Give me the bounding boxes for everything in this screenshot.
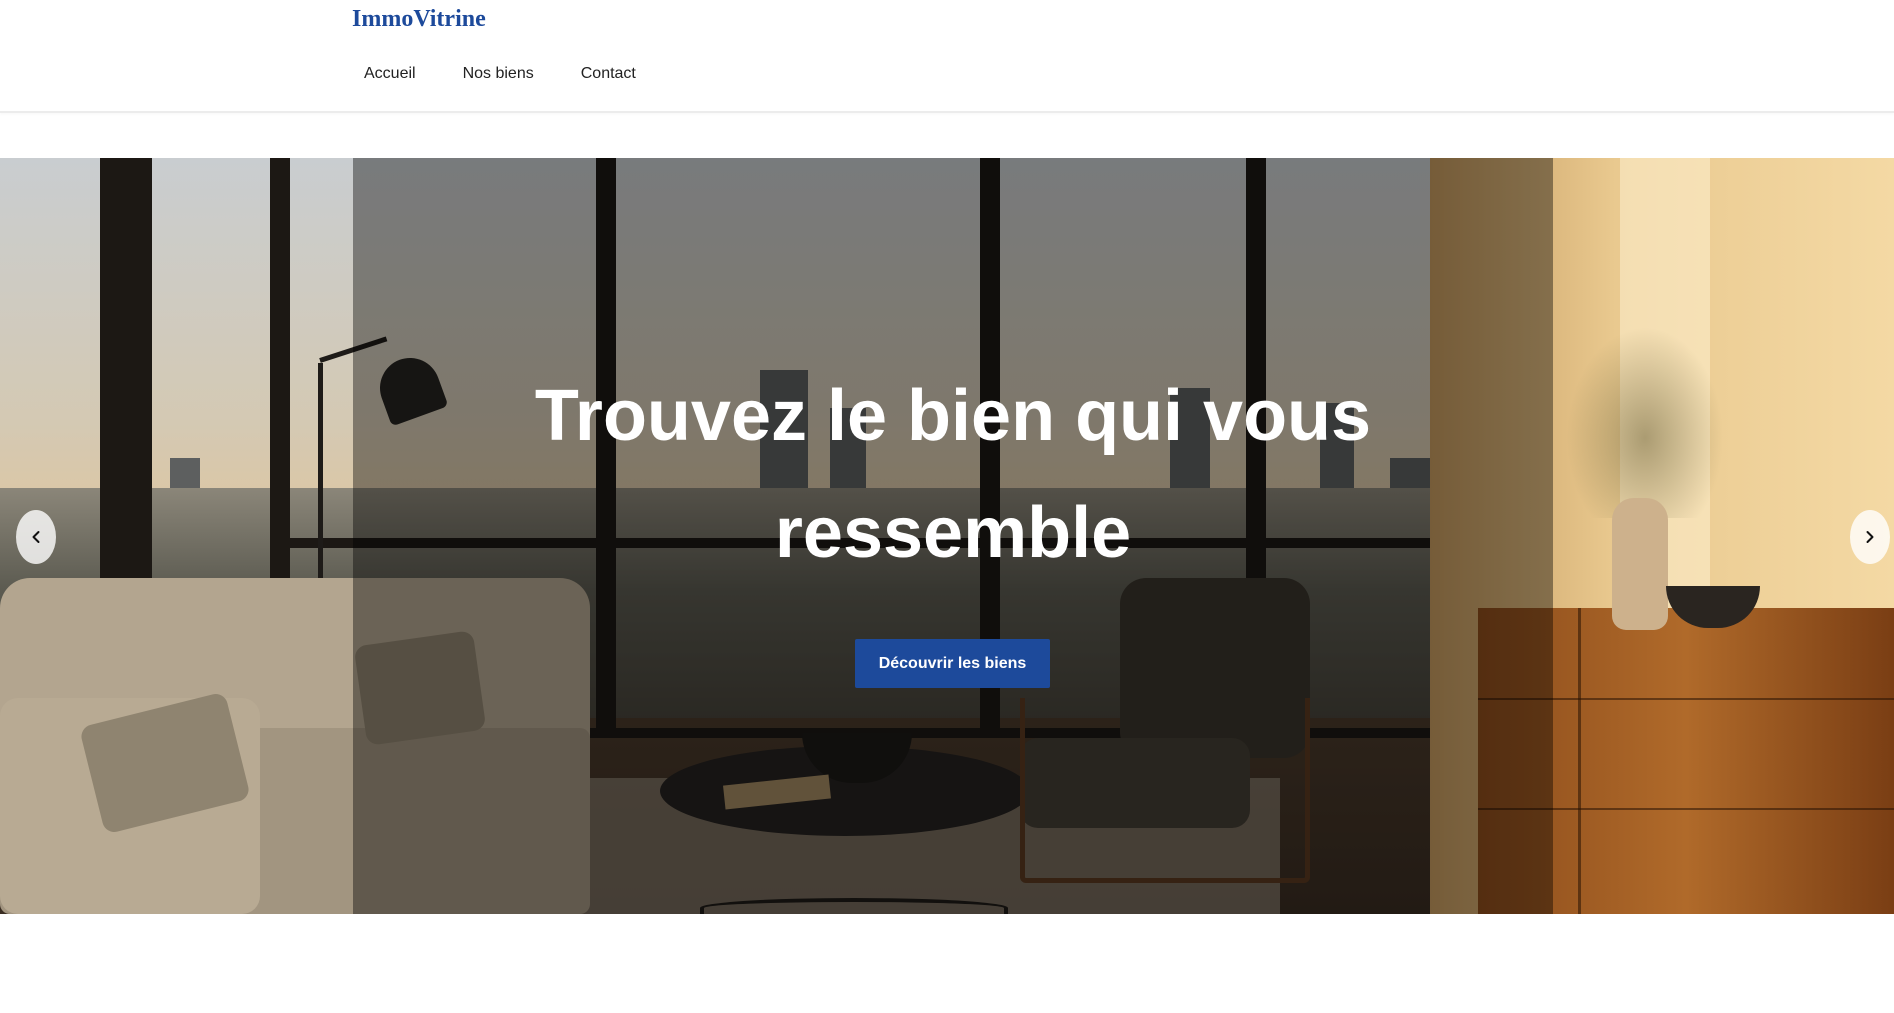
hero-title-line-2: ressemble [774,493,1132,573]
hero-title: Trouvez le bien qui vous ressemble [353,358,1553,592]
chevron-right-icon [1866,531,1874,543]
site-logo[interactable]: ImmoVitrine [352,6,486,33]
main-nav: Accueil Nos biens Contact [352,62,648,86]
site-header: ImmoVitrine Accueil Nos biens Contact [0,0,1894,113]
nav-link-nos-biens[interactable]: Nos biens [451,62,546,86]
discover-properties-button[interactable]: Découvrir les biens [855,639,1050,688]
nav-link-accueil[interactable]: Accueil [352,62,428,86]
chevron-left-icon [32,531,40,543]
nav-link-contact[interactable]: Contact [569,62,648,86]
hero-title-line-1: Trouvez le bien qui vous [534,376,1372,456]
hero-carousel: Trouvez le bien qui vous ressemble Décou… [0,158,1894,914]
carousel-prev-button[interactable] [16,510,56,564]
carousel-next-button[interactable] [1850,510,1890,564]
